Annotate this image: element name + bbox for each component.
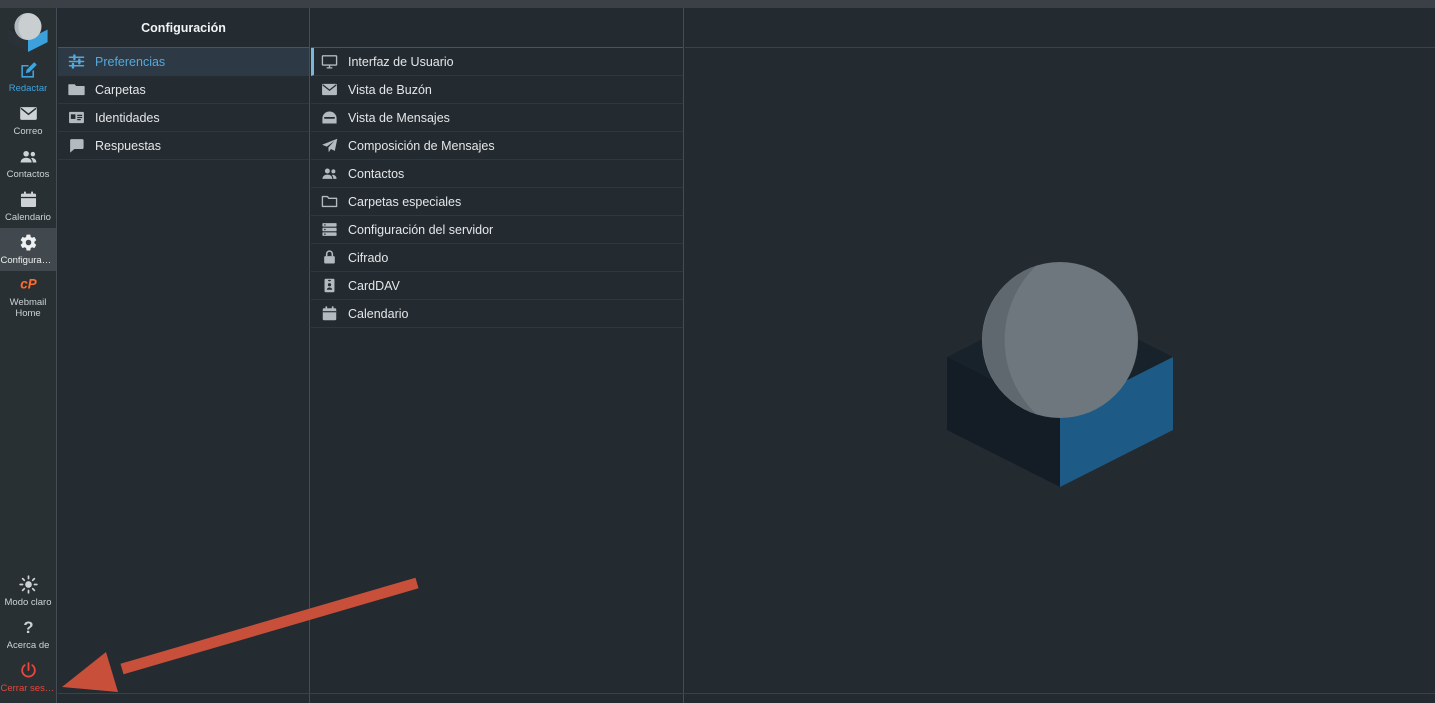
speech-bubble-icon	[68, 137, 85, 154]
sidebar-item-label: Modo claro	[5, 597, 52, 608]
sidebar-item-calendar[interactable]: Calendario	[0, 185, 56, 228]
mail-icon	[321, 81, 338, 98]
row-label: Calendario	[348, 307, 408, 321]
pref-section-user-interface[interactable]: Interfaz de Usuario	[311, 48, 683, 76]
sidebar-item-label: Configuración	[1, 255, 56, 266]
sun-icon	[19, 575, 38, 594]
sidebar-bottom-nav: Modo claro? Acerca de Cerrar sesión	[0, 570, 56, 703]
pref-section-composition[interactable]: Composición de Mensajes	[311, 132, 683, 160]
pref-section-encryption[interactable]: Cifrado	[311, 244, 683, 272]
roundcube-watermark-logo	[947, 262, 1173, 487]
calendar-icon	[19, 190, 38, 209]
sidebar-item-label: Webmail Home	[1, 297, 55, 320]
svg-text:cP: cP	[20, 276, 36, 291]
paper-plane-icon	[321, 137, 338, 154]
sidebar-item-logout[interactable]: Cerrar sesión	[0, 656, 56, 699]
settings-nav-item-folders[interactable]: Carpetas	[58, 76, 309, 104]
app-window: Redactar Correo Contactos Calendario Configu…	[0, 0, 1435, 703]
row-label: Carpetas	[95, 83, 146, 97]
compose-icon	[19, 61, 38, 80]
row-label: Preferencias	[95, 55, 165, 69]
settings-nav-list: Preferencias Carpetas Identidades Respuesta…	[58, 48, 309, 160]
settings-nav-item-responses[interactable]: Respuestas	[58, 132, 309, 160]
preferences-section-list: Interfaz de Usuario Vista de Buzón Vista d…	[311, 48, 683, 328]
contacts-icon	[321, 165, 338, 182]
row-label: Respuestas	[95, 139, 161, 153]
folder-outline-icon	[321, 193, 338, 210]
sidebar-item-label: Acerca de	[7, 640, 50, 651]
server-icon	[321, 221, 338, 238]
sidebar-item-label: Redactar	[9, 83, 48, 94]
sidebar-item-settings[interactable]: Configuración	[0, 228, 56, 271]
panel-bottom-border	[58, 693, 1435, 694]
row-label: CardDAV	[348, 279, 400, 293]
sidebar-item-about[interactable]: ? Acerca de	[0, 613, 56, 656]
pref-section-server-settings[interactable]: Configuración del servidor	[311, 216, 683, 244]
sidebar-item-compose[interactable]: Redactar	[0, 56, 56, 99]
pref-section-carddav[interactable]: CardDAV	[311, 272, 683, 300]
sidebar-item-webmail-home[interactable]: cP Webmail Home	[0, 271, 56, 324]
open-mail-icon	[321, 109, 338, 126]
sidebar-item-mail[interactable]: Correo	[0, 99, 56, 142]
monitor-icon	[321, 53, 338, 70]
row-label: Interfaz de Usuario	[348, 55, 454, 69]
gear-icon	[19, 233, 38, 252]
sidebar-item-contacts[interactable]: Contactos	[0, 142, 56, 185]
sidebar-nav: Redactar Correo Contactos Calendario Configu…	[0, 56, 56, 324]
top-bar	[0, 0, 1435, 8]
sidebar-item-label: Correo	[13, 126, 42, 137]
question-icon: ?	[19, 618, 38, 637]
roundcube-logo-icon[interactable]	[0, 8, 56, 56]
sidebar-item-label: Cerrar sesión	[1, 683, 56, 694]
svg-text:?: ?	[23, 618, 33, 637]
calendar-icon	[321, 305, 338, 322]
id-badge-icon	[321, 277, 338, 294]
pref-section-special-folders[interactable]: Carpetas especiales	[311, 188, 683, 216]
power-icon	[19, 661, 38, 680]
row-label: Contactos	[348, 167, 404, 181]
sliders-icon	[68, 53, 85, 70]
content-panel-header	[685, 8, 1435, 48]
id-card-icon	[68, 109, 85, 126]
row-label: Cifrado	[348, 251, 388, 265]
sidebar-item-label: Calendario	[5, 212, 51, 223]
contacts-icon	[19, 147, 38, 166]
sidebar-item-light-mode[interactable]: Modo claro	[0, 570, 56, 613]
pref-section-contacts[interactable]: Contactos	[311, 160, 683, 188]
row-label: Configuración del servidor	[348, 223, 493, 237]
settings-panel-title: Configuración	[58, 8, 309, 48]
pref-section-mailbox-view[interactable]: Vista de Buzón	[311, 76, 683, 104]
row-label: Carpetas especiales	[348, 195, 461, 209]
lock-icon	[321, 249, 338, 266]
pref-section-calendar[interactable]: Calendario	[311, 300, 683, 328]
sidebar-item-label: Contactos	[7, 169, 50, 180]
preferences-section-panel: Interfaz de Usuario Vista de Buzón Vista d…	[311, 8, 684, 703]
settings-nav-item-preferences[interactable]: Preferencias	[58, 48, 309, 76]
sidebar: Redactar Correo Contactos Calendario Configu…	[0, 8, 57, 703]
preferences-panel-header	[311, 8, 683, 48]
row-label: Vista de Buzón	[348, 83, 432, 97]
folder-icon	[68, 81, 85, 98]
pref-section-message-view[interactable]: Vista de Mensajes	[311, 104, 683, 132]
row-label: Composición de Mensajes	[348, 139, 495, 153]
cpanel-icon: cP	[19, 275, 38, 294]
settings-nav-item-identities[interactable]: Identidades	[58, 104, 309, 132]
row-label: Vista de Mensajes	[348, 111, 450, 125]
content-panel	[685, 8, 1435, 703]
settings-nav-panel: Configuración Preferencias Carpetas Identi…	[58, 8, 310, 703]
mail-icon	[19, 104, 38, 123]
row-label: Identidades	[95, 111, 160, 125]
